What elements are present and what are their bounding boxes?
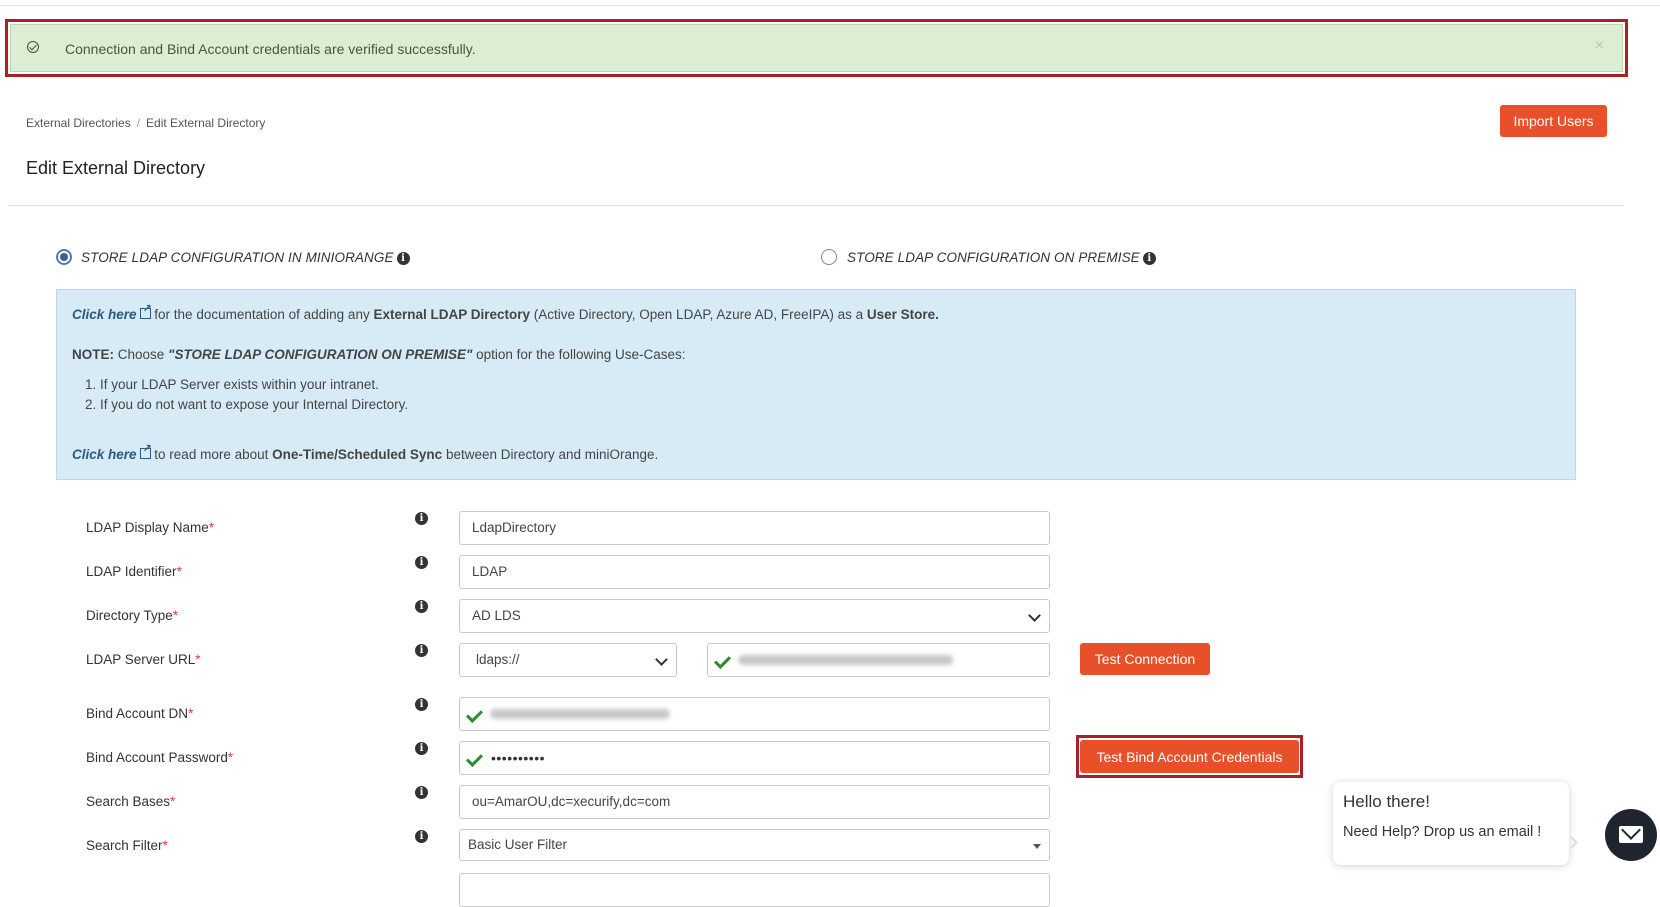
redacted-value [490, 709, 670, 719]
note-line: NOTE: Choose "STORE LDAP CONFIGURATION O… [72, 347, 686, 362]
success-alert: Connection and Bind Account credentials … [10, 24, 1623, 72]
breadcrumb: External Directories / Edit External Direc… [26, 116, 265, 130]
info-icon[interactable]: i [415, 830, 428, 843]
ldap-display-name-input[interactable]: LdapDirectory [459, 511, 1050, 545]
info-icon[interactable]: i [415, 512, 428, 525]
import-users-button[interactable]: Import Users [1500, 105, 1607, 137]
top-border [0, 5, 1660, 6]
list-item: If your LDAP Server exists within your i… [100, 375, 408, 395]
redacted-value [738, 655, 953, 665]
chevron-down-icon [1028, 609, 1041, 622]
checkmark-icon [714, 652, 731, 669]
list-item: If you do not want to expose your Intern… [100, 395, 408, 415]
info-icon[interactable]: i [415, 698, 428, 711]
info-icon[interactable]: i [415, 600, 428, 613]
info-icon[interactable]: i [415, 644, 428, 657]
breadcrumb-edit-external-directory: Edit External Directory [146, 116, 266, 130]
help-chat-bubble[interactable]: Hello there! Need Help? Drop us an email… [1333, 782, 1569, 865]
info-icon[interactable]: i [396, 252, 410, 265]
server-url-input[interactable] [707, 643, 1050, 677]
chat-greeting: Hello there! [1343, 792, 1430, 811]
label-ldap-display-name: LDAP Display Name* [86, 520, 215, 535]
info-icon[interactable]: i [1142, 252, 1156, 265]
label-search-filter: Search Filter* [86, 838, 168, 853]
check-circle-icon [27, 41, 39, 53]
directory-type-select[interactable]: AD LDS [459, 599, 1050, 633]
radio-store-on-premise[interactable] [821, 249, 837, 265]
divider [9, 205, 1624, 206]
label-bind-account-dn: Bind Account DN* [86, 706, 194, 721]
next-field-input[interactable] [459, 873, 1050, 907]
breadcrumb-separator: / [136, 116, 141, 130]
label-ldap-server-url: LDAP Server URL* [86, 652, 201, 667]
bind-account-dn-input[interactable] [459, 697, 1050, 731]
sync-doc-link[interactable]: Click here [72, 442, 152, 462]
label-search-bases: Search Bases* [86, 794, 176, 809]
bind-account-password-input[interactable]: •••••••••• [459, 741, 1050, 775]
alert-message: Connection and Bind Account credentials … [65, 41, 476, 57]
checkmark-icon [466, 706, 483, 723]
info-icon[interactable]: i [415, 556, 428, 569]
use-case-list: If your LDAP Server exists within your i… [72, 375, 408, 415]
label-directory-type: Directory Type* [86, 608, 179, 623]
sync-line: Click here to read more about One-Time/S… [72, 442, 658, 462]
external-link-icon [139, 302, 152, 319]
label-bind-account-password: Bind Account Password* [86, 750, 234, 765]
mail-icon [1619, 826, 1643, 843]
radio-label-miniorange: STORE LDAP CONFIGURATION IN MINIORANGE i [81, 250, 410, 265]
test-bind-credentials-button[interactable]: Test Bind Account Credentials [1080, 740, 1299, 773]
info-icon[interactable]: i [415, 742, 428, 755]
radio-label-on-premise: STORE LDAP CONFIGURATION ON PREMISE i [847, 250, 1156, 265]
breadcrumb-external-directories[interactable]: External Directories [26, 116, 131, 130]
chat-subtitle: Need Help? Drop us an email ! [1343, 824, 1542, 840]
label-ldap-identifier: LDAP Identifier* [86, 564, 182, 579]
chevron-down-icon [655, 653, 668, 666]
protocol-select[interactable]: ldaps:// [459, 643, 677, 677]
mail-button[interactable] [1605, 809, 1657, 861]
caret-down-icon [1033, 844, 1041, 849]
search-filter-select[interactable]: Basic User Filter [459, 829, 1050, 861]
page-title: Edit External Directory [26, 158, 206, 178]
external-link-icon [139, 442, 152, 459]
checkmark-icon [466, 750, 483, 767]
doc-line: Click here for the documentation of addi… [72, 302, 939, 322]
close-icon[interactable]: × [1595, 37, 1604, 55]
search-bases-input[interactable]: ou=AmarOU,dc=xecurify,dc=com [459, 785, 1050, 819]
doc-link[interactable]: Click here [72, 302, 152, 322]
test-connection-button[interactable]: Test Connection [1080, 643, 1210, 675]
info-panel: Click here for the documentation of addi… [56, 289, 1576, 480]
radio-store-in-miniorange[interactable] [56, 249, 72, 265]
ldap-identifier-input[interactable]: LDAP [459, 555, 1050, 589]
info-icon[interactable]: i [415, 786, 428, 799]
